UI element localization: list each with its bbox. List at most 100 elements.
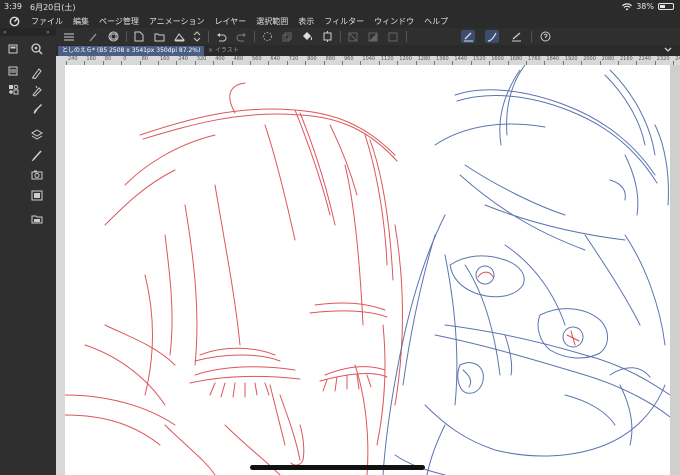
- canvas-scrollbar[interactable]: [670, 65, 680, 475]
- brush-tool-icon[interactable]: [30, 102, 44, 116]
- ruler-tick-label: 240: [178, 56, 188, 62]
- status-time: 3:39: [4, 2, 22, 11]
- status-bar: 3:39 6月20日(土) 38%: [0, 0, 680, 14]
- transform-icon[interactable]: [320, 30, 334, 43]
- menu-layer[interactable]: レイヤー: [210, 16, 252, 27]
- ruler-tick-label: 1600: [491, 56, 504, 62]
- new-file-icon[interactable]: [132, 30, 146, 43]
- tab-active-document[interactable]: としのえら* (B5 2508 x 3541px 350dpi 87.2%): [58, 46, 205, 56]
- ruler-tick-label: 400: [215, 56, 225, 62]
- ruler-tick-label: 320: [196, 56, 207, 62]
- help-icon[interactable]: [538, 30, 552, 43]
- undo-brush-icon[interactable]: [86, 30, 100, 43]
- ruler-tick-label: 240: [68, 56, 78, 62]
- zoom-icon[interactable]: [30, 42, 44, 56]
- ruler-tick-label: 1680: [509, 56, 523, 62]
- ruler-tick-label: 80: [104, 56, 112, 62]
- separator: [126, 31, 127, 42]
- menu-animation[interactable]: アニメーション: [144, 16, 210, 27]
- sketch-artwork: [65, 65, 670, 475]
- material-icon[interactable]: [30, 188, 44, 202]
- ruler-tick-label: 2320: [656, 56, 670, 62]
- layer-icon[interactable]: [30, 128, 44, 142]
- separator: [208, 31, 209, 42]
- ruler-tick-label: 2000: [583, 56, 596, 62]
- ruler-tick-label: 2240: [638, 56, 652, 62]
- redo-icon[interactable]: [234, 30, 248, 43]
- ruler-tick-label: 1040: [362, 56, 376, 62]
- home-indicator[interactable]: [250, 465, 425, 470]
- battery-percent: 38%: [636, 2, 654, 11]
- wifi-icon: [622, 2, 633, 10]
- ruler-tick-label: 160: [160, 56, 170, 62]
- ruler-tick-label: 2080: [601, 56, 615, 62]
- clear-icon[interactable]: [346, 30, 360, 43]
- menu-hamburger-icon[interactable]: [62, 30, 76, 43]
- ruler-tick-label: 0: [123, 56, 127, 62]
- drawing-canvas[interactable]: [65, 65, 670, 475]
- dock-bar: « »: [0, 28, 56, 36]
- command-bar: [56, 28, 680, 45]
- collapse-left-icon[interactable]: «: [3, 29, 7, 36]
- menu-selection[interactable]: 選択範囲: [251, 16, 293, 27]
- camera-icon[interactable]: [30, 168, 44, 182]
- pen-icon[interactable]: [30, 148, 44, 162]
- ruler-left: [56, 65, 65, 475]
- ruler-tick-label: 880: [325, 56, 336, 62]
- ruler-tick-label: 1760: [528, 56, 541, 62]
- separator: [340, 31, 341, 42]
- separator: [531, 31, 532, 42]
- ruler-tick-label: 80: [141, 56, 148, 62]
- clip-studio-logo-icon[interactable]: [8, 15, 20, 27]
- undo-icon[interactable]: [214, 30, 228, 43]
- ruler-tick-label: 1200: [399, 56, 412, 62]
- copy-icon[interactable]: [280, 30, 294, 43]
- red-character-sketch: [65, 82, 403, 475]
- menu-view[interactable]: 表示: [293, 16, 319, 27]
- expand-right-icon[interactable]: »: [46, 29, 50, 36]
- ruler-tick-label: 2160: [620, 56, 633, 62]
- ruler-tick-label: 720: [288, 56, 299, 62]
- sub-tool-icon[interactable]: [6, 82, 20, 96]
- fill-icon[interactable]: [366, 30, 380, 43]
- menu-window[interactable]: ウィンドウ: [369, 16, 419, 27]
- loading-icon[interactable]: [260, 30, 274, 43]
- separator: [406, 31, 407, 42]
- status-date: 6月20日(土): [30, 3, 76, 12]
- layer-stack-icon[interactable]: [6, 64, 20, 78]
- document-tab-bar: としのえら* (B5 2508 x 3541px 350dpi 87.2%) ×…: [56, 45, 680, 56]
- ruler-snap-icon[interactable]: [509, 30, 523, 43]
- ruler-tick-label: 1280: [417, 56, 431, 62]
- open-folder-icon[interactable]: [152, 30, 166, 43]
- folder-icon[interactable]: [30, 212, 44, 226]
- pen-pressure-icon[interactable]: [485, 30, 499, 43]
- clip-studio-icon[interactable]: [106, 30, 120, 43]
- pen-tool-icon[interactable]: [30, 66, 44, 80]
- ruler-tick-label: 1840: [546, 56, 560, 62]
- save-icon[interactable]: [172, 30, 186, 43]
- tool-panel: « »: [0, 28, 56, 475]
- ruler-tick-label: 1520: [472, 56, 486, 62]
- menu-filter[interactable]: フィルター: [319, 16, 369, 27]
- blue-character-sketch: [382, 65, 670, 475]
- battery-icon: [658, 3, 674, 10]
- menu-help[interactable]: ヘルプ: [419, 16, 453, 27]
- stepper-icon[interactable]: [190, 30, 204, 43]
- tab-illustration[interactable]: × イラスト: [204, 46, 243, 56]
- pencil-tool-icon[interactable]: [30, 84, 44, 98]
- ruler-tick-label: 480: [233, 56, 244, 62]
- menu-edit[interactable]: 編集: [68, 16, 94, 27]
- ruler-tick-label: 640: [270, 56, 280, 62]
- menu-page[interactable]: ページ管理: [94, 16, 144, 27]
- fill-bucket-icon[interactable]: [300, 30, 314, 43]
- menu-file[interactable]: ファイル: [26, 16, 68, 27]
- ruler-tick-label: 1920: [564, 56, 578, 62]
- square-icon[interactable]: [386, 30, 400, 43]
- ruler-tick-label: 1120: [380, 56, 394, 62]
- menu-bar: ファイル 編集 ページ管理 アニメーション レイヤー 選択範囲 表示 フィルター…: [0, 14, 680, 28]
- status-right: 38%: [622, 2, 674, 11]
- ruler-tick-label: 560: [252, 56, 262, 62]
- palette-icon[interactable]: [6, 42, 20, 56]
- pen-settings-icon[interactable]: [461, 30, 475, 43]
- chevron-down-icon[interactable]: [664, 47, 672, 53]
